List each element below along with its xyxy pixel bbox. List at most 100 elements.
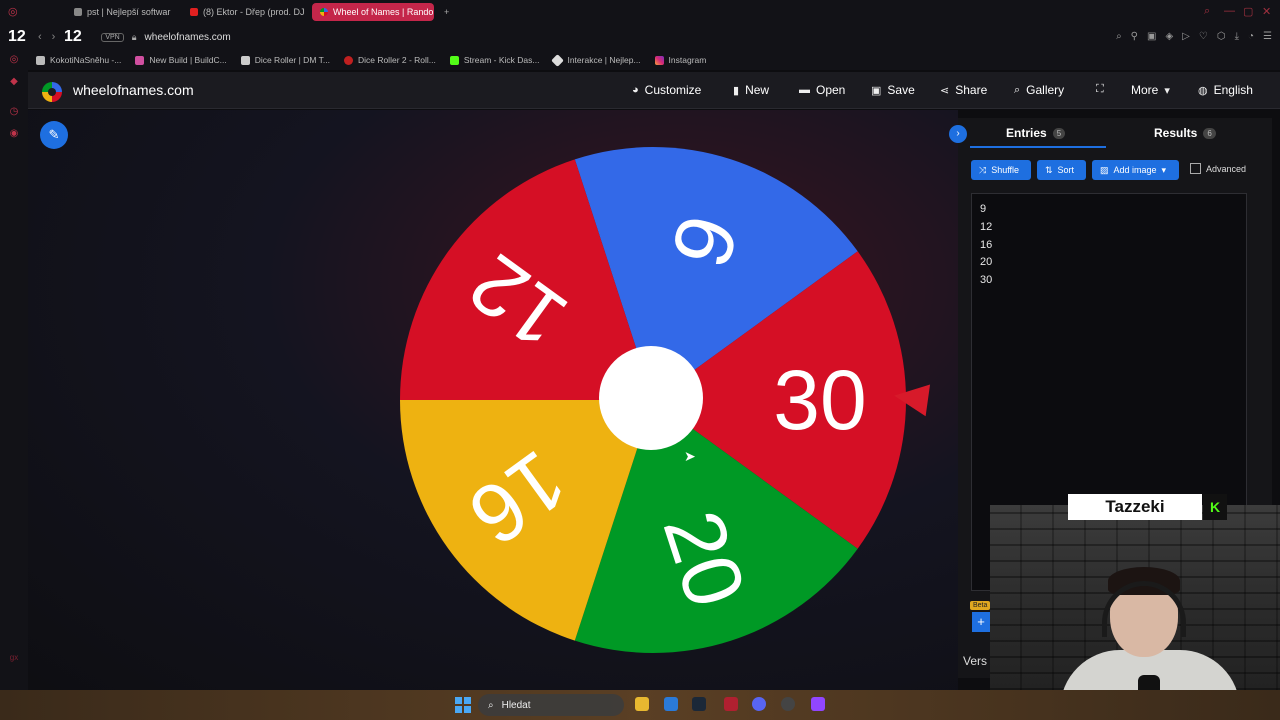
steam-icon[interactable] [692,697,706,711]
bookmark-instagram[interactable]: Instagram [654,55,707,65]
windows-start-icon[interactable] [455,697,471,713]
vscode-icon[interactable] [664,697,678,711]
results-count-badge: 6 [1203,127,1216,139]
add-image-button[interactable]: ▨ Add image ▾ [1092,160,1179,180]
bookmark-label: Instagram [668,55,707,65]
bookmark-icon [551,53,565,67]
bookmark-dice-roller-2[interactable]: Dice Roller 2 - Roll... [343,55,436,65]
wheel-logo-icon[interactable] [42,82,62,102]
gx-icon[interactable]: gx [8,652,20,664]
advanced-label: Advanced [1206,163,1247,174]
messenger-icon[interactable]: ◉ [8,128,20,140]
search-icon: ⌕ [488,699,494,711]
bookmark-label: Interakce | Nejlep... [567,55,641,65]
url-field[interactable]: wheelofnames.com [145,32,231,43]
language-button[interactable]: ◍ English [1198,83,1253,97]
gallery-button[interactable]: ⌕ Gallery [1014,83,1064,97]
tab-entries[interactable]: Entries 5 [1006,126,1066,140]
browser-sidebar: ◎ ◆ ◷ ◉ gx [0,24,28,690]
vpn-badge[interactable]: VPN [101,32,124,42]
tab-results[interactable]: Results 6 [1154,126,1216,140]
version-label: Vers [963,654,988,668]
stream-overlay-counter-2: 12 [64,28,82,45]
flow-icon[interactable]: ◆ [8,76,20,88]
fullscreen-icon: ⛶ [1096,83,1104,95]
fullscreen-button[interactable]: ⛶ [1096,83,1104,96]
tab-nejlepsi-software[interactable]: pst | Nejlepší softwar [66,3,178,21]
sort-icon: ⇅ [1045,164,1053,175]
chevron-down-icon: ▾ [1164,84,1170,97]
bookmark-icon [36,55,45,65]
bookmark-icon [343,55,353,65]
edit-title-button[interactable]: ✎ [40,121,68,149]
bookmark-label: Dice Roller 2 - Roll... [357,55,436,65]
sort-button[interactable]: ⇅ Sort [1037,160,1086,180]
zoom-icon[interactable]: ⌕ [1116,31,1122,42]
bookmark-dice-roller[interactable]: Dice Roller | DM T... [240,55,330,65]
bookmark-new-build[interactable]: New Build | BuildC... [135,55,227,65]
account-icon[interactable]: ◔ [1248,31,1254,42]
bookmark-interakce[interactable]: Interakce | Nejlep... [551,53,641,67]
file-explorer-icon[interactable] [635,697,649,711]
pencil-icon: ✎ [48,127,60,142]
add-button[interactable]: + [972,612,990,632]
wheel[interactable]: 9 30 20 16 12 [398,145,908,655]
new-tab-button[interactable]: + [436,3,456,21]
share-button[interactable]: ⋖ Share [940,83,987,97]
close-icon[interactable]: ✕ [1262,5,1271,18]
address-bar: ‹ › VPN 🔒︎ wheelofnames.com ⌕ ⚲ ▣ ◈ ▷ ♡ … [28,24,1280,50]
tab-youtube[interactable]: (8) Ektor - Dřep (prod. DJ [182,3,310,21]
history-icon[interactable]: ◷ [8,106,20,118]
globe-icon: ◍ [1198,84,1208,97]
snapshot-icon[interactable]: ▣ [1147,31,1156,42]
mouse-cursor-icon: ➤ [684,448,696,464]
workspace-icon[interactable]: ◎ [8,54,20,66]
twitch-icon[interactable] [811,697,825,711]
back-icon[interactable]: ‹ [38,31,42,43]
extensions-icon[interactable]: ⬡ [1217,31,1226,42]
customize-button[interactable]: ◕ Customize [632,83,701,97]
wheel-segment-label: 30 [773,353,866,447]
player-icon[interactable]: ▷ [1182,31,1190,42]
opera-gx-icon[interactable] [724,697,738,711]
share-icon: ⋖ [940,84,950,97]
new-button[interactable]: ▮ New [733,83,769,97]
bookmark-kokotinasnehu[interactable]: KokotiNaSněhu -... [36,55,121,65]
forward-icon[interactable]: › [52,31,56,43]
tab-label: pst | Nejlepší softwar [87,7,171,17]
add-image-label: Add image [1113,165,1157,175]
tab-wheel-of-names[interactable]: Wheel of Names | Random [312,3,434,21]
download-icon[interactable]: ⤓ [1235,31,1239,42]
site-title[interactable]: wheelofnames.com [73,82,194,98]
folder-icon: ▬ [799,84,810,96]
wheel-graphic[interactable]: 930201612 [398,145,908,655]
more-button[interactable]: More ▾ [1131,83,1170,97]
tab-bar: ◎ pst | Nejlepší softwar (8) Ektor - Dře… [0,0,1280,24]
minimize-icon[interactable]: — [1224,5,1235,17]
bookmark-icon [135,55,145,65]
maximize-icon[interactable]: ▢ [1243,5,1253,18]
palette-icon: ◕ [632,84,639,96]
opera-menu-icon[interactable]: ◎ [8,5,18,18]
search-tabs-icon[interactable]: ⌕ [1204,5,1210,18]
discord-icon[interactable] [752,697,766,711]
results-tab-label: Results [1154,126,1198,140]
save-button[interactable]: ▣ Save [871,83,915,97]
obs-icon[interactable] [781,697,795,711]
pin-icon[interactable]: ⚲ [1131,31,1138,42]
wheel-center-hub[interactable] [599,346,703,450]
heart-icon[interactable]: ♡ [1199,31,1208,42]
menu-icon[interactable]: ☰ [1263,31,1272,42]
open-button[interactable]: ▬ Open [799,83,845,97]
image-icon: ▨ [1100,164,1109,175]
taskbar-search[interactable]: ⌕ Hledat [478,694,624,716]
advanced-toggle[interactable]: Advanced [1190,163,1246,174]
save-label: Save [887,83,915,97]
bookmark-kick-dashboard[interactable]: Stream - Kick Das... [449,55,539,65]
shield-icon[interactable]: ◈ [1165,31,1173,42]
collapse-panel-button[interactable]: › [949,125,967,143]
advanced-checkbox[interactable] [1190,163,1201,174]
lock-icon: 🔒︎ [131,31,137,42]
shuffle-button[interactable]: ⤨ Shuffle [971,160,1031,180]
site-header: wheelofnames.com ◕ Customize ▮ New ▬ Open ▣… [28,72,1280,109]
